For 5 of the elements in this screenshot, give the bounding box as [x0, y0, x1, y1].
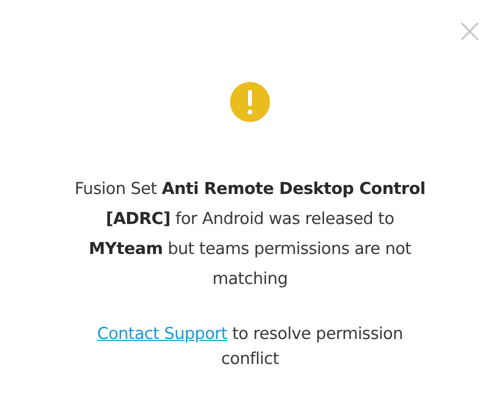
support-text: Contact Support to resolve permission conflict [96, 323, 404, 370]
contact-support-link[interactable]: Contact Support [97, 324, 228, 343]
warning-icon [230, 82, 270, 122]
message-text: Fusion Set Anti Remote Desktop Control [ADRC] for Android was released to MYteam but teams permissions are not matching [74, 178, 426, 290]
close-button[interactable]: × [452, 14, 488, 48]
